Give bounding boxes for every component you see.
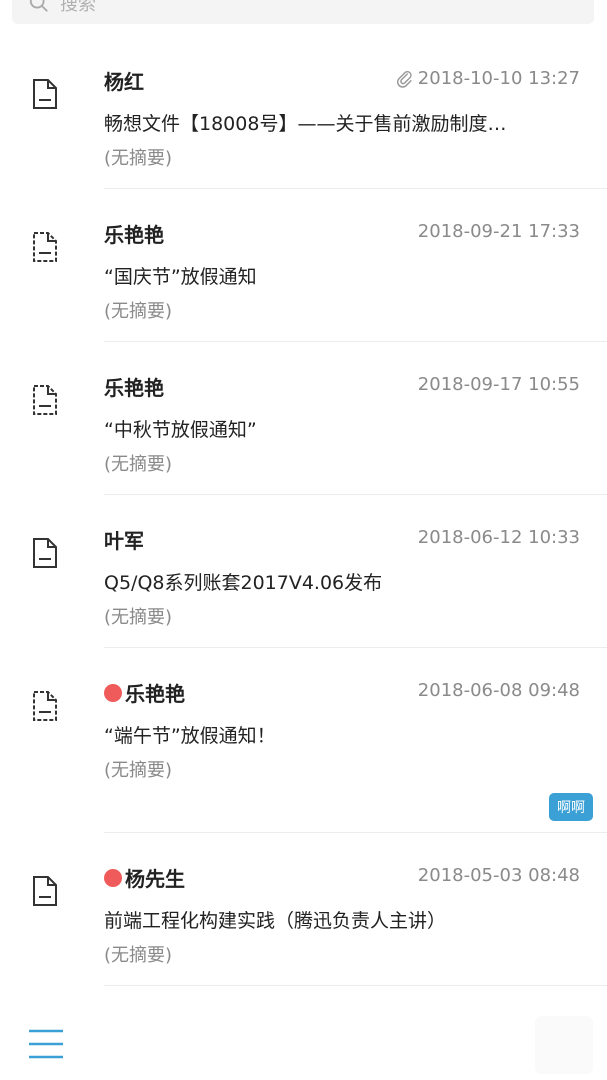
message-date: 2018-09-17 10:55 [418, 374, 580, 395]
document-icon [33, 538, 57, 568]
message-summary: (无摘要) [104, 454, 173, 475]
sender-name: 杨红 [104, 66, 144, 95]
message-date: 2018-09-21 17:33 [418, 221, 580, 242]
message-item[interactable]: 杨红 2018-10-10 13:27 畅想文件【18008号】——关于售前激励… [0, 36, 607, 189]
message-item[interactable]: 乐艳艳 2018-09-17 10:55 “中秋节放假通知” (无摘要) [0, 342, 607, 495]
message-item[interactable]: 杨先生 2018-05-03 08:48 前端工程化构建实践（腾迅负责人主讲） … [0, 833, 607, 986]
date-label: 2018-06-08 09:48 [417, 680, 580, 701]
message-item[interactable]: 叶军 2018-06-12 10:33 Q5/Q8系列账套2017V4.06发布… [0, 495, 607, 648]
document-icon [33, 385, 57, 415]
sender-label: 乐艳艳 [104, 376, 164, 400]
date-label: 2018-06-12 10:33 [417, 527, 580, 548]
message-summary: (无摘要) [104, 148, 173, 169]
document-icon [33, 232, 57, 262]
divider [104, 985, 607, 986]
message-subject: Q5/Q8系列账套2017V4.06发布 [104, 572, 383, 594]
date-label: 2018-09-21 17:33 [417, 221, 580, 242]
date-label: 2018-05-03 08:48 [417, 865, 580, 886]
message-date: 2018-06-12 10:33 [418, 527, 580, 548]
message-summary: (无摘要) [104, 607, 173, 628]
search-placeholder: 搜索 [60, 0, 96, 15]
sender-name: 乐艳艳 [104, 219, 164, 248]
sender-name: 乐艳艳 [104, 372, 164, 401]
message-date: 2018-10-10 13:27 [396, 68, 580, 89]
sender-label: 叶军 [104, 529, 144, 553]
message-subject: “端午节”放假通知！ [104, 725, 276, 747]
message-tag[interactable]: 啊啊 [549, 793, 593, 821]
sender-label: 乐艳艳 [125, 682, 185, 706]
message-subject: “国庆节”放假通知 [104, 266, 257, 288]
message-item[interactable]: 乐艳艳 2018-09-21 17:33 “国庆节”放假通知 (无摘要) [0, 189, 607, 342]
message-subject: 前端工程化构建实践（腾迅负责人主讲） [104, 910, 447, 932]
sender-name: 杨先生 [104, 863, 185, 892]
sender-name: 乐艳艳 [104, 678, 185, 707]
message-summary: (无摘要) [104, 760, 173, 781]
hamburger-menu-icon[interactable] [28, 1028, 64, 1060]
sender-label: 杨红 [104, 70, 144, 94]
document-icon [33, 876, 57, 906]
date-label: 2018-09-17 10:55 [417, 374, 580, 395]
unread-dot [104, 683, 122, 702]
sender-label: 乐艳艳 [104, 223, 164, 247]
message-summary: (无摘要) [104, 945, 173, 966]
attachment-icon [396, 70, 412, 88]
unread-dot [104, 868, 122, 887]
sender-label: 杨先生 [125, 867, 185, 891]
message-subject: 畅想文件【18008号】——关于售前激励制度… [104, 113, 507, 135]
document-icon [33, 79, 57, 109]
search-icon [29, 0, 48, 12]
search-bar[interactable]: 搜索 [12, 0, 594, 24]
message-date: 2018-05-03 08:48 [418, 865, 580, 886]
date-label: 2018-10-10 13:27 [417, 68, 580, 89]
message-subject: “中秋节放假通知” [104, 419, 257, 441]
sender-name: 叶军 [104, 525, 144, 554]
message-summary: (无摘要) [104, 301, 173, 322]
document-icon [33, 691, 57, 721]
corner-button[interactable] [535, 1016, 593, 1074]
message-list: 杨红 2018-10-10 13:27 畅想文件【18008号】——关于售前激励… [0, 36, 607, 986]
message-date: 2018-06-08 09:48 [418, 680, 580, 701]
message-item[interactable]: 乐艳艳 2018-06-08 09:48 “端午节”放假通知！ (无摘要) 啊啊 [0, 648, 607, 833]
